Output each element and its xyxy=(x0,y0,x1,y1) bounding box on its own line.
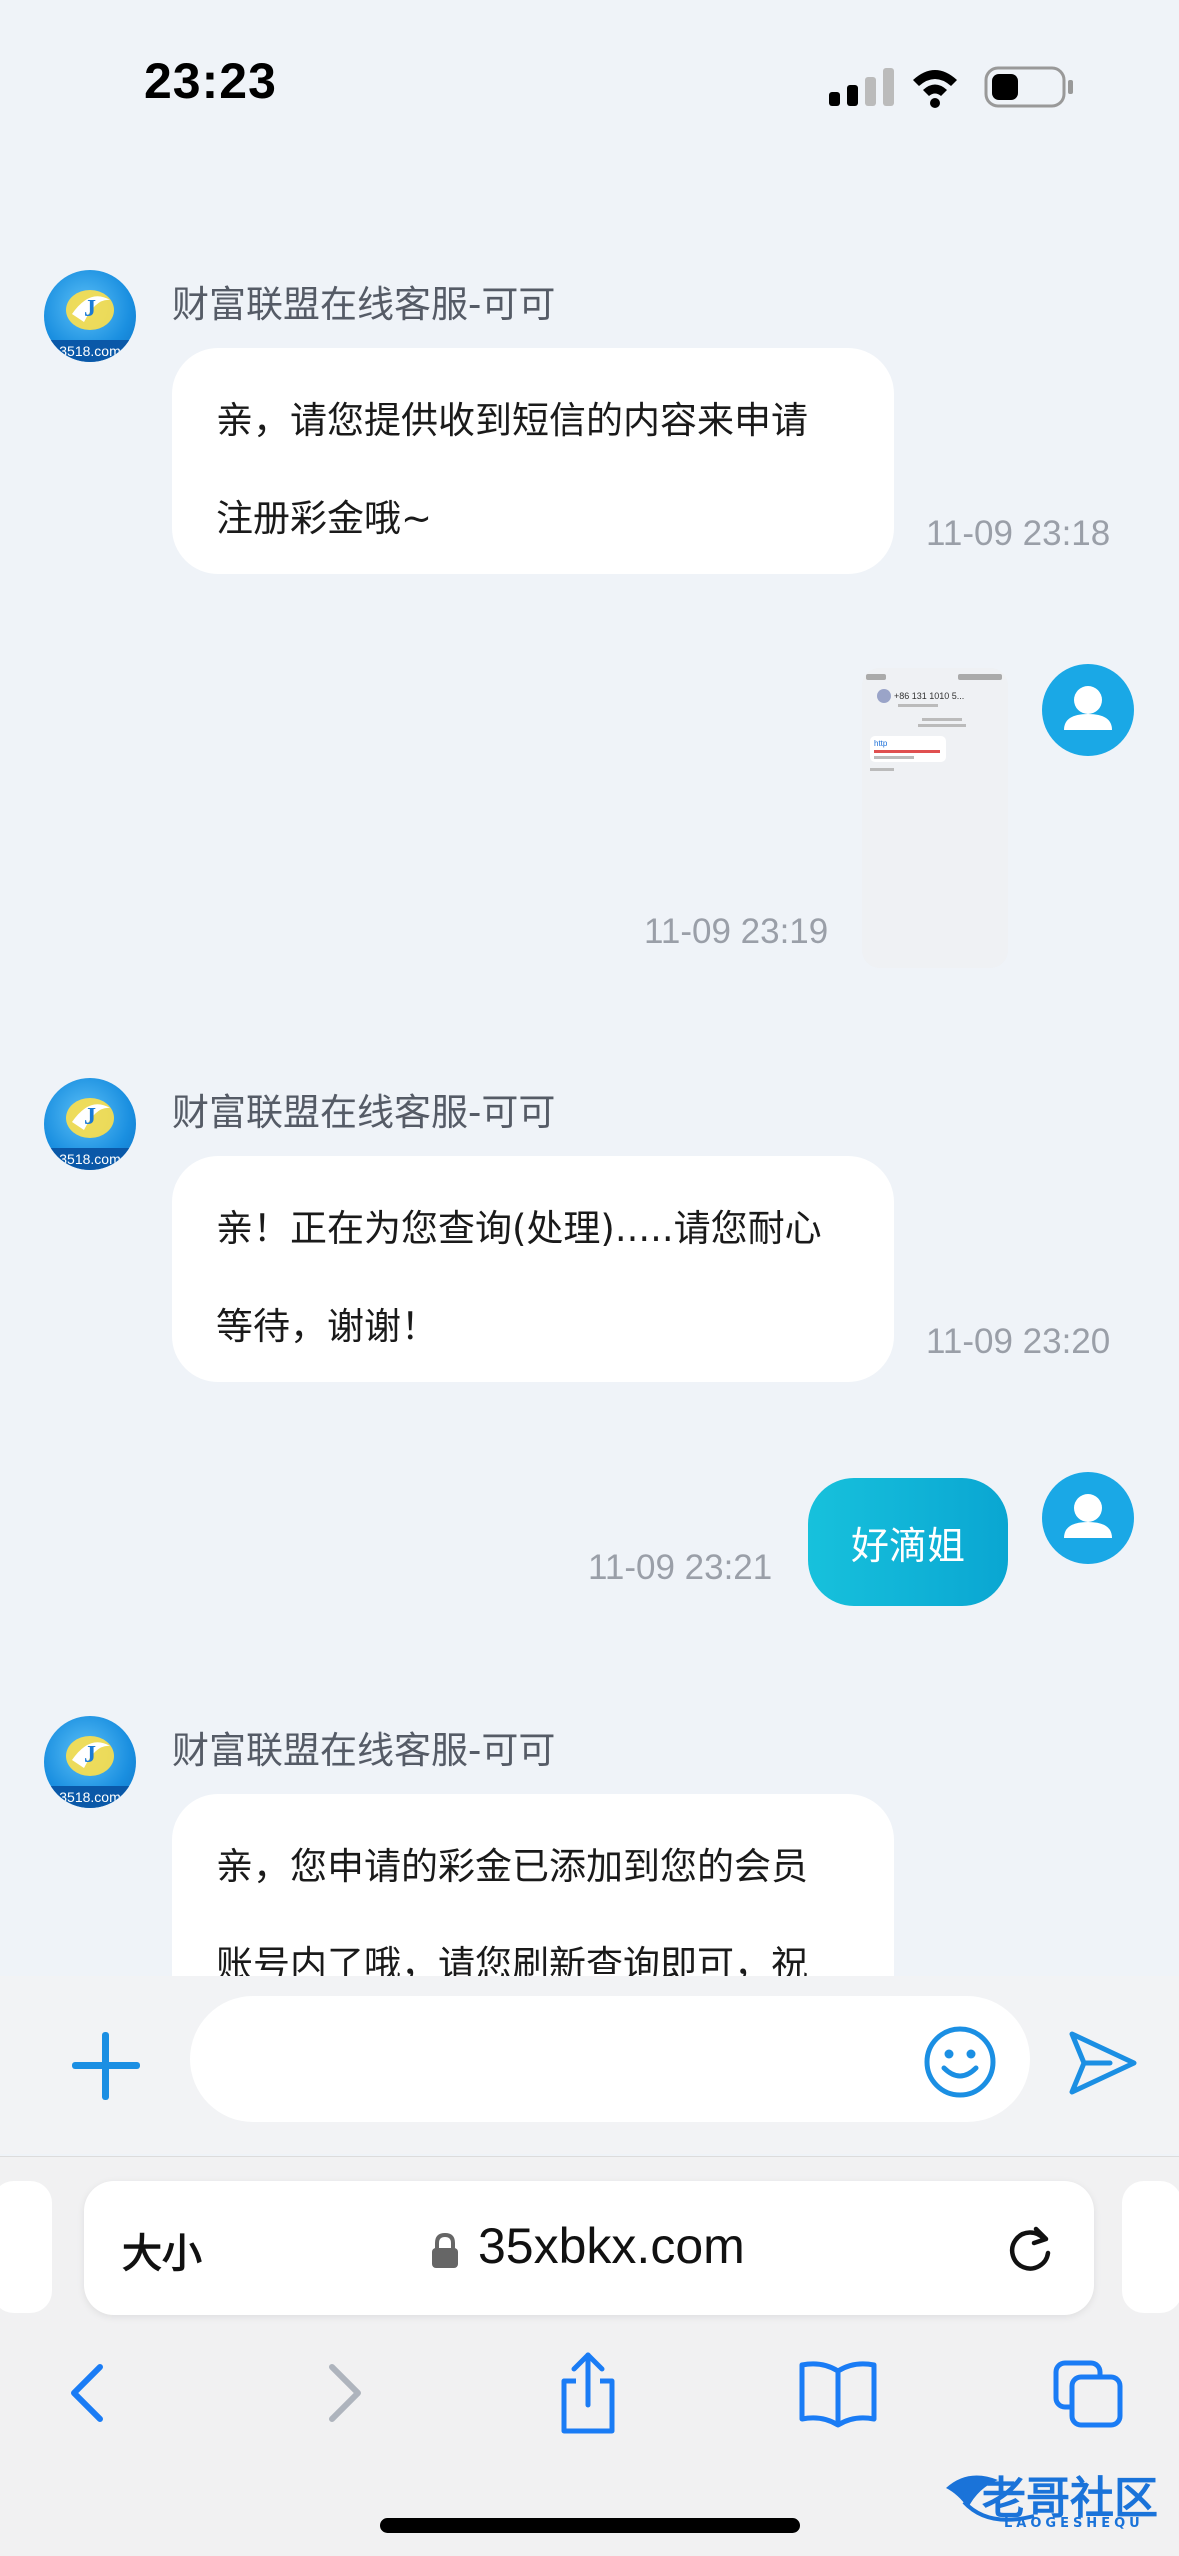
chevron-left-icon xyxy=(71,2364,103,2422)
emoji-button[interactable] xyxy=(922,2024,998,2100)
sender-name: 财富联盟在线客服-可可 xyxy=(172,1729,556,1772)
reload-icon xyxy=(1009,2226,1051,2271)
agent-logo-icon: J 3518.com xyxy=(44,1098,136,1170)
tabs-button[interactable] xyxy=(1050,2353,1126,2433)
user-avatar xyxy=(1042,664,1134,756)
cellular-signal-icon xyxy=(829,68,894,106)
user-avatar xyxy=(1042,1472,1134,1564)
message-line: 亲，请您提供收到短信的内容来申请 xyxy=(216,399,808,442)
svg-text:J: J xyxy=(84,296,96,322)
share-button[interactable] xyxy=(552,2347,624,2437)
message-line: 亲，您申请的彩金已添加到您的会员 xyxy=(216,1845,808,1888)
user-person-icon xyxy=(1064,1494,1112,1538)
text-size-button[interactable]: 大小 xyxy=(122,2221,202,2279)
agent-logo-icon: J 3518.com xyxy=(44,1736,136,1808)
reload-button[interactable] xyxy=(1002,2221,1058,2277)
bookmarks-button[interactable] xyxy=(796,2353,880,2433)
sender-name: 财富联盟在线客服-可可 xyxy=(172,283,556,326)
message-input[interactable] xyxy=(190,1996,1030,2122)
agent-message-bubble: 亲，请您提供收到短信的内容来申请 注册彩金哦~ xyxy=(172,348,894,574)
user-person-icon xyxy=(1064,686,1112,730)
chevron-right-icon xyxy=(329,2364,361,2422)
home-indicator xyxy=(380,2518,800,2533)
watermark-logo: 老哥社区 LAOGESHEQU xyxy=(938,2458,1174,2538)
share-icon xyxy=(561,2352,615,2434)
thumb-contact: +86 131 1010 5... xyxy=(894,691,964,701)
plus-icon xyxy=(72,2032,140,2100)
agent-avatar: J 3518.com xyxy=(44,1078,136,1170)
tabs-icon xyxy=(1053,2360,1123,2428)
agent-avatar: J 3518.com xyxy=(44,1716,136,1808)
watermark-subtitle: LAOGESHEQU xyxy=(1004,2516,1144,2531)
previous-tab-preview[interactable] xyxy=(0,2181,52,2313)
thumb-link: http xyxy=(874,739,888,748)
message-timestamp: 11-09 23:20 xyxy=(926,1322,1111,1361)
status-icons xyxy=(829,64,1079,110)
agent-message-bubble: 亲！正在为您查询(处理).....请您耐心 等待，谢谢！ xyxy=(172,1156,894,1382)
message-timestamp: 11-09 23:19 xyxy=(644,912,829,951)
send-icon xyxy=(1069,2031,1137,2095)
agent-logo-text: 3518.com xyxy=(59,1151,120,1167)
next-tab-preview[interactable] xyxy=(1122,2181,1179,2313)
message-composer xyxy=(0,1976,1179,2154)
book-icon xyxy=(799,2361,877,2428)
message-line: 亲！正在为您查询(处理).....请您耐心 xyxy=(216,1207,822,1250)
agent-logo-text: 3518.com xyxy=(59,1789,120,1805)
agent-logo-text: 3518.com xyxy=(59,343,120,359)
forward-button[interactable] xyxy=(312,2353,372,2433)
smiley-icon xyxy=(924,2026,996,2098)
status-time: 23:23 xyxy=(144,53,277,109)
agent-logo-icon: J 3518.com xyxy=(44,290,136,362)
user-message-bubble: 好滴姐 xyxy=(808,1478,1008,1606)
back-button[interactable] xyxy=(60,2353,120,2433)
send-button[interactable] xyxy=(1066,2028,1140,2098)
battery-icon xyxy=(984,66,1073,108)
add-attachment-button[interactable] xyxy=(66,2026,146,2106)
url-text: 35xbkx.com xyxy=(478,2218,745,2274)
svg-text:J: J xyxy=(84,1104,96,1130)
agent-avatar: J 3518.com xyxy=(44,270,136,362)
wifi-icon xyxy=(913,70,957,108)
message-timestamp: 11-09 23:21 xyxy=(588,1548,773,1587)
sender-name: 财富联盟在线客服-可可 xyxy=(172,1091,556,1134)
message-timestamp: 11-09 23:18 xyxy=(926,514,1111,553)
address-bar[interactable]: 大小 35xbkx.com xyxy=(84,2181,1094,2315)
image-attachment[interactable]: +86 131 1010 5... http xyxy=(862,668,1008,968)
lock-icon xyxy=(428,2231,462,2271)
message-line: 注册彩金哦~ xyxy=(216,497,433,540)
svg-text:J: J xyxy=(84,1742,96,1768)
message-line: 等待，谢谢！ xyxy=(216,1305,438,1348)
